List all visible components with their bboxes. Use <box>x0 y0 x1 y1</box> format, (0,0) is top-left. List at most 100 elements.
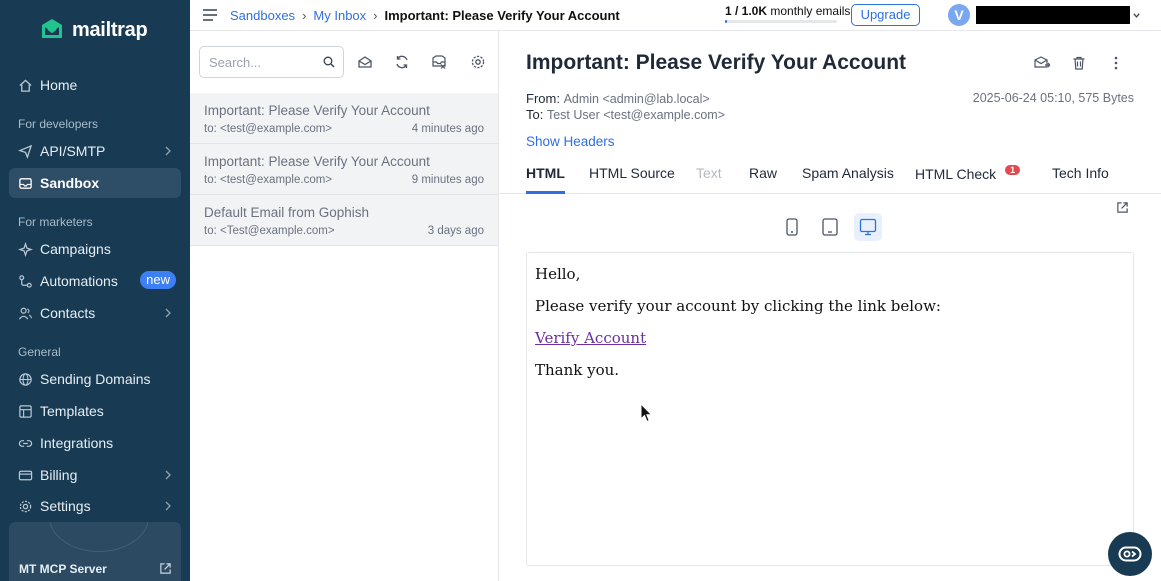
tab-tech-info[interactable]: Tech Info <box>1052 165 1109 194</box>
sidebar-item-contacts[interactable]: Contacts <box>9 298 181 328</box>
sidebar-item-sending-domains[interactable]: Sending Domains <box>9 364 181 394</box>
mark-read-icon[interactable] <box>357 54 373 70</box>
tab-html-check[interactable]: HTML Check 1 <box>915 165 1021 194</box>
search-input[interactable] <box>200 47 318 77</box>
from-value: Admin <admin@lab.local> <box>563 92 710 106</box>
sidebar-item-campaigns[interactable]: Campaigns <box>9 234 181 264</box>
sidebar-item-label: Integrations <box>40 435 114 451</box>
list-item[interactable]: Default Email from Gophish to: <Test@exa… <box>190 195 498 246</box>
brand-name: mailtrap <box>72 18 148 41</box>
sidebar-item-home[interactable]: Home <box>9 70 181 100</box>
breadcrumb-current: Important: Please Verify Your Account <box>384 8 620 23</box>
search-icon[interactable] <box>323 56 335 68</box>
show-headers-link[interactable]: Show Headers <box>526 134 615 149</box>
trash-icon[interactable] <box>1071 55 1087 71</box>
list-item[interactable]: Important: Please Verify Your Account to… <box>190 144 498 195</box>
message-tabs: HTML HTML Source Text Raw Spam Analysis … <box>499 159 1161 194</box>
sidebar-item-api-smtp[interactable]: API/SMTP <box>9 136 181 166</box>
mcp-server-label: MT MCP Server <box>19 562 107 576</box>
chevron-right-icon <box>165 146 171 156</box>
from-label: From: <box>526 91 560 106</box>
date-size: 2025-06-24 05:10, 575 Bytes <box>972 91 1134 105</box>
to-value: Test User <test@example.com> <box>546 108 726 122</box>
sidebar-item-label: Campaigns <box>40 241 111 257</box>
sidebar-item-settings[interactable]: Settings <box>9 491 181 521</box>
breadcrumb-sandboxes[interactable]: Sandboxes <box>230 8 295 23</box>
inbox-settings-icon[interactable] <box>470 54 486 70</box>
chat-support-button[interactable] <box>1108 532 1152 576</box>
account-name-redacted[interactable] <box>976 6 1130 24</box>
chevron-down-icon[interactable] <box>1132 11 1141 20</box>
sidebar-item-integrations[interactable]: Integrations <box>9 428 181 458</box>
list-item[interactable]: Important: Please Verify Your Account to… <box>190 93 498 144</box>
open-in-new-window-icon[interactable] <box>1116 201 1129 214</box>
sidebar-item-label: Home <box>40 77 78 93</box>
sidebar-item-label: Billing <box>40 467 78 483</box>
phone-icon <box>786 218 798 236</box>
email-greeting: Hello, <box>535 265 581 283</box>
tab-html-source[interactable]: HTML Source <box>589 165 675 194</box>
breadcrumb-separator: › <box>373 8 378 23</box>
chevron-right-icon <box>165 470 171 480</box>
desktop-icon <box>859 218 877 236</box>
avatar[interactable]: V <box>948 4 970 26</box>
breadcrumb-my-inbox[interactable]: My Inbox <box>313 8 366 23</box>
message-subject: Important: Please Verify Your Account <box>204 103 430 118</box>
tab-text: Text <box>696 165 722 181</box>
clear-inbox-icon[interactable] <box>431 54 447 70</box>
message-subject: Important: Please Verify Your Account <box>204 154 430 169</box>
mobile-view-button[interactable] <box>778 213 806 241</box>
gear-icon <box>17 498 33 514</box>
sidebar: mailtrap Home For developers API/SMTP Sa… <box>0 0 190 581</box>
mouse-cursor-icon <box>640 403 653 423</box>
sidebar-item-billing[interactable]: Billing <box>9 460 181 490</box>
quota-progress-bar <box>725 20 837 23</box>
message-subject: Default Email from Gophish <box>204 205 370 220</box>
breadcrumb-separator: › <box>302 8 307 23</box>
mailtrap-logo[interactable]: mailtrap <box>38 16 148 44</box>
sidebar-item-label: Settings <box>40 498 91 514</box>
email-quota: 1 / 1.0K monthly emails <box>725 4 850 18</box>
contacts-icon <box>17 305 33 321</box>
tablet-view-button[interactable] <box>816 213 844 241</box>
section-for-marketers: For marketers <box>18 215 93 229</box>
mcp-server-card[interactable]: MT MCP Server <box>9 522 181 581</box>
refresh-icon[interactable] <box>394 54 410 70</box>
upgrade-button[interactable]: Upgrade <box>851 4 920 26</box>
credit-card-icon <box>17 467 33 483</box>
verify-account-link[interactable]: Verify Account <box>535 329 646 347</box>
menu-icon[interactable] <box>203 8 217 22</box>
external-link-icon <box>160 563 171 574</box>
automation-icon <box>17 273 33 289</box>
sidebar-item-sandbox[interactable]: Sandbox <box>9 168 181 198</box>
section-for-developers: For developers <box>18 117 99 131</box>
message-title: Important: Please Verify Your Account <box>526 51 907 74</box>
email-body-text: Please verify your account by clicking t… <box>535 297 941 315</box>
tab-spam-analysis[interactable]: Spam Analysis <box>802 165 894 194</box>
quota-used: 1 / 1.0K <box>725 4 768 18</box>
templates-icon <box>17 403 33 419</box>
desktop-view-button[interactable] <box>854 213 882 241</box>
sidebar-item-automations[interactable]: Automations new <box>9 266 181 296</box>
email-preview: Hello, Please verify your account by cli… <box>526 252 1134 566</box>
message-time: 3 days ago <box>427 225 484 237</box>
more-options-icon[interactable] <box>1108 55 1124 71</box>
search-box[interactable] <box>199 46 344 78</box>
sidebar-item-templates[interactable]: Templates <box>9 396 181 426</box>
sidebar-item-label: Automations <box>40 273 118 289</box>
link-icon <box>17 435 33 451</box>
tab-html[interactable]: HTML <box>526 165 565 194</box>
tab-raw[interactable]: Raw <box>749 165 777 194</box>
tablet-icon <box>822 218 838 236</box>
mailtrap-logo-icon <box>42 19 62 38</box>
message-list-pane: Important: Please Verify Your Account to… <box>190 31 499 581</box>
sidebar-item-label: API/SMTP <box>40 143 106 159</box>
forward-icon[interactable] <box>1034 55 1050 71</box>
chevron-right-icon <box>165 501 171 511</box>
sidebar-item-label: Templates <box>40 403 104 419</box>
sidebar-item-label: Sending Domains <box>40 371 151 387</box>
message-time: 4 minutes ago <box>411 123 484 135</box>
message-detail: Important: Please Verify Your Account Fr… <box>499 31 1161 581</box>
email-closing: Thank you. <box>535 361 620 379</box>
top-bar: Sandboxes › My Inbox › Important: Please… <box>190 0 1161 31</box>
